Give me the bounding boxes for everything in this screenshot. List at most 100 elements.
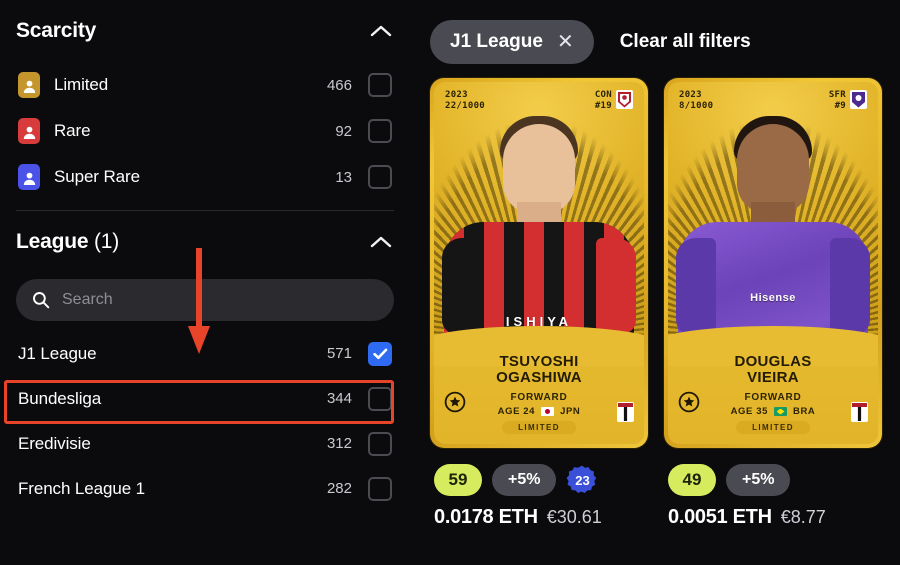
app-root: Scarcity Limited 466 Rare 92 Super Rare …	[0, 0, 900, 565]
scarcity-row-limited[interactable]: Limited 466	[12, 62, 398, 108]
card-bonus-badge: +5%	[492, 464, 557, 496]
card-inner: 2023 22/1000 CON #19 ISHIYA TSUYOSHI OGA…	[434, 82, 644, 444]
player-first-name: TSUYOSHI	[499, 353, 579, 370]
card-serial-block: 2023 22/1000	[445, 90, 485, 113]
search-icon	[32, 291, 50, 309]
active-filter-chip-j1-league[interactable]: J1 League ✕	[430, 20, 594, 64]
filters-sidebar: Scarcity Limited 466 Rare 92 Super Rare …	[0, 0, 410, 565]
card-price: 0.0051 ETH €8.77	[664, 498, 882, 529]
card-inner: 2023 8/1000 SFR #9 Hisense DOUGLAS VIEIR…	[668, 82, 878, 444]
card-score-badge: 59	[434, 464, 482, 496]
card-price-eur: €30.61	[546, 507, 602, 527]
card-badges: 59 +5% 23	[430, 448, 648, 498]
scarcity-count: 13	[335, 168, 352, 186]
player-country: JPN	[560, 406, 581, 417]
player-card[interactable]: 2023 8/1000 SFR #9 Hisense DOUGLAS VIEIR…	[664, 78, 882, 448]
card-serial: 8/1000	[679, 101, 714, 112]
card-season: 2023	[445, 90, 468, 100]
card-shirt-number: #19	[594, 101, 612, 112]
results-panel: J1 League ✕ Clear all filters 2023 22/10…	[410, 0, 900, 565]
league-checkbox-french-league-1[interactable]	[368, 476, 392, 501]
player-country: BRA	[793, 406, 816, 417]
league-label: French League 1	[18, 478, 146, 498]
close-icon[interactable]: ✕	[557, 32, 574, 52]
league-label: Eredivisie	[18, 433, 91, 453]
scarcity-title: Scarcity	[16, 19, 97, 42]
league-label: Bundesliga	[18, 388, 102, 408]
scarcity-rare-icon	[18, 118, 40, 144]
card-serial: 22/1000	[445, 101, 486, 112]
chevron-up-icon[interactable]	[368, 229, 394, 255]
player-sleeve-left	[676, 238, 716, 334]
card-shirt-number: #9	[834, 101, 846, 112]
card-name-plate: DOUGLAS VIEIRA FORWARD AGE 35 BRA LIMITE…	[668, 326, 878, 444]
scarcity-row-super-rare[interactable]: Super Rare 13	[12, 154, 398, 200]
scarcity-count: 92	[335, 122, 352, 140]
player-age: AGE 24	[497, 406, 536, 417]
card-price-eur: €8.77	[780, 507, 826, 527]
active-filters-bar: J1 League ✕ Clear all filters	[422, 18, 900, 66]
scarcity-label: Limited	[54, 75, 109, 94]
card-club-lines: CON #19	[595, 90, 612, 113]
scarcity-section-header[interactable]: Scarcity	[12, 0, 398, 62]
chevron-up-icon[interactable]	[368, 18, 394, 44]
scarcity-checkbox-limited[interactable]	[368, 73, 392, 97]
league-crest-icon	[851, 402, 868, 422]
league-row-bundesliga[interactable]: Bundesliga 344	[12, 376, 398, 421]
player-card-item[interactable]: 2023 22/1000 CON #19 ISHIYA TSUYOSHI OGA…	[430, 78, 648, 529]
club-crest-icon	[616, 90, 633, 109]
player-name: DOUGLAS VIEIRA	[668, 354, 878, 386]
scarcity-super-rare-icon	[18, 164, 40, 190]
player-age: AGE 35	[730, 406, 768, 417]
card-rarity-badge: LIMITED	[502, 421, 576, 434]
league-crest-icon	[617, 402, 634, 422]
league-count: 344	[326, 390, 352, 407]
circled-star-icon	[444, 391, 466, 418]
league-row-french-league-1[interactable]: French League 1 282	[12, 466, 398, 511]
clear-all-filters-button[interactable]: Clear all filters	[620, 31, 751, 53]
card-price-eth: 0.0051 ETH	[668, 506, 772, 528]
scarcity-label: Super Rare	[54, 167, 140, 186]
league-checkbox-eredivisie[interactable]	[368, 431, 392, 456]
down-arrow-annotation	[186, 248, 212, 356]
player-head	[503, 124, 575, 214]
card-club-block: CON #19	[595, 90, 633, 113]
circled-star-icon	[678, 391, 700, 418]
player-last-name: VIEIRA	[747, 368, 799, 386]
league-count: 282	[326, 480, 352, 497]
player-last-name: OGASHIWA	[496, 368, 582, 386]
card-name-plate: TSUYOSHI OGASHIWA FORWARD AGE 24 JPN LIM…	[434, 326, 644, 444]
card-club-abbr: CON	[594, 90, 612, 100]
league-checkbox-j1-league[interactable]	[368, 341, 392, 366]
card-score-badge: 49	[668, 464, 716, 496]
player-head	[737, 124, 809, 214]
card-xp-value: 23	[575, 472, 590, 488]
league-selected-count: (1)	[93, 230, 120, 253]
card-header: 2023 22/1000 CON #19	[434, 90, 644, 113]
card-club-block: SFR #9	[829, 90, 867, 113]
league-search-input[interactable]	[62, 291, 378, 309]
card-xp-badge: 23	[566, 464, 598, 496]
scarcity-count: 466	[326, 76, 352, 94]
league-count: 312	[326, 435, 352, 452]
league-checkbox-bundesliga[interactable]	[368, 386, 392, 411]
player-card[interactable]: 2023 22/1000 CON #19 ISHIYA TSUYOSHI OGA…	[430, 78, 648, 448]
active-filter-chip-label: J1 League	[450, 31, 543, 52]
league-label: J1 League	[18, 343, 97, 363]
card-price: 0.0178 ETH €30.61	[430, 498, 648, 529]
player-card-item[interactable]: 2023 8/1000 SFR #9 Hisense DOUGLAS VIEIR…	[664, 78, 882, 529]
scarcity-label: Rare	[54, 121, 91, 140]
scarcity-checkbox-super-rare[interactable]	[368, 165, 392, 189]
card-season: 2023	[679, 90, 702, 100]
player-name: TSUYOSHI OGASHIWA	[434, 354, 644, 386]
card-serial-block: 2023 8/1000	[679, 90, 713, 113]
scarcity-checkbox-rare[interactable]	[368, 119, 392, 143]
jersey-sponsor-text: Hisense	[750, 292, 796, 304]
country-flag-icon	[541, 407, 555, 416]
card-badges: 49 +5%	[664, 448, 882, 498]
scarcity-row-rare[interactable]: Rare 92	[12, 108, 398, 154]
card-bonus-badge: +5%	[726, 464, 791, 496]
league-row-eredivisie[interactable]: Eredivisie 312	[12, 421, 398, 466]
card-club-abbr: SFR	[828, 90, 846, 100]
league-title: League (1)	[16, 230, 119, 254]
